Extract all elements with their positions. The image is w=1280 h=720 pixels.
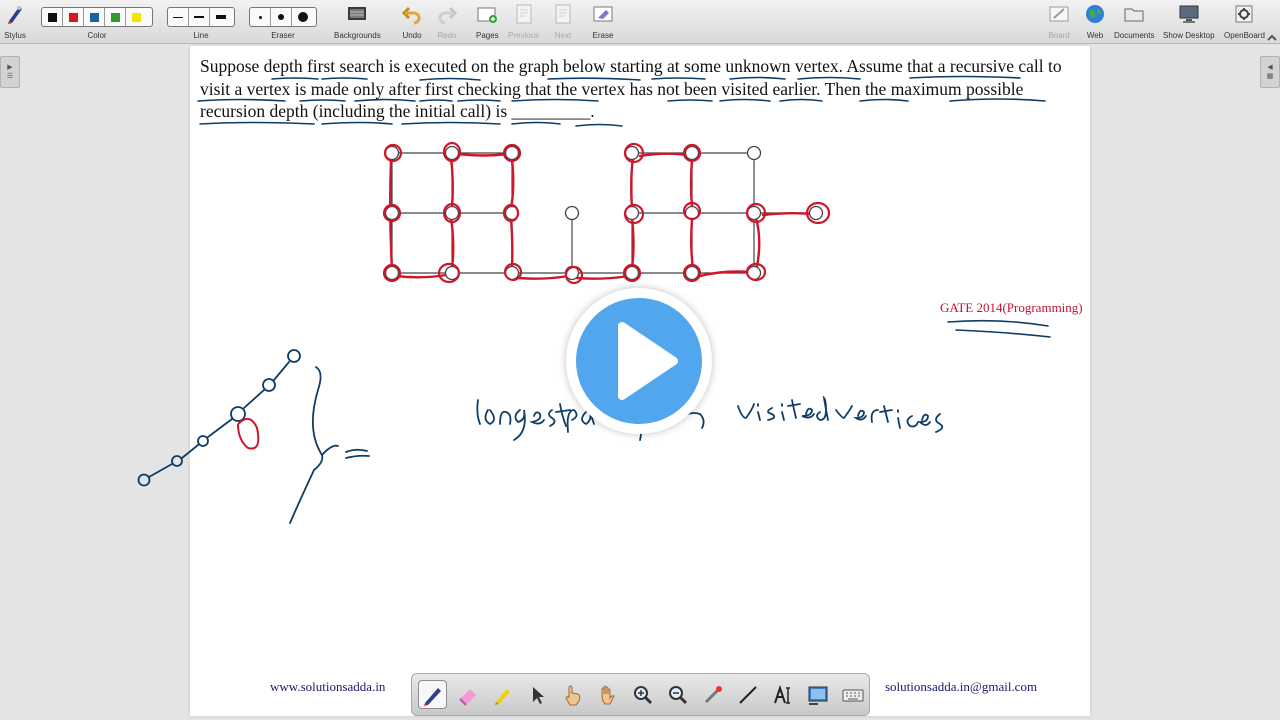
text-tool-button[interactable] xyxy=(768,680,797,709)
zoom-in-icon xyxy=(633,685,652,704)
email-text: solutionsadda.in@gmail.com xyxy=(885,679,1038,694)
eraser-icon xyxy=(458,688,476,706)
pen-icon xyxy=(423,687,441,706)
capture-icon xyxy=(808,686,827,705)
graph-vertex xyxy=(684,265,700,281)
graph-vertex xyxy=(384,265,400,281)
stylus-palette xyxy=(411,673,870,716)
red-mark-ink xyxy=(237,417,260,450)
highlighter-icon xyxy=(494,688,510,705)
handwritten-recursion-chain xyxy=(137,349,370,524)
keyboard-icon xyxy=(842,689,863,701)
highlighter-tool-button[interactable] xyxy=(488,680,517,709)
question-underlines xyxy=(197,75,1046,127)
arrow-cursor-icon xyxy=(532,686,544,704)
text-icon xyxy=(773,684,790,704)
line-tool-button[interactable] xyxy=(733,680,762,709)
pointing-hand-icon xyxy=(564,685,580,705)
graph-vertex xyxy=(746,145,762,161)
video-play-button[interactable] xyxy=(566,288,712,434)
interactor-tool-button[interactable] xyxy=(558,680,587,709)
graph-vertex xyxy=(808,205,824,221)
play-button-circle xyxy=(576,298,702,424)
hand-icon xyxy=(601,685,615,704)
graph-vertex xyxy=(684,145,700,161)
zoom-out-icon xyxy=(668,685,687,704)
hand-tool-button[interactable] xyxy=(593,680,622,709)
website-text: www.solutionsadda.in xyxy=(270,679,386,694)
laser-pointer-tool-button[interactable] xyxy=(698,680,727,709)
pen-tool-button[interactable] xyxy=(418,680,447,709)
capture-tool-button[interactable] xyxy=(803,680,832,709)
eraser-tool-button[interactable] xyxy=(453,680,482,709)
keyboard-tool-button[interactable] xyxy=(838,680,867,709)
graph-vertex xyxy=(444,145,460,161)
laser-pointer-icon xyxy=(704,685,722,703)
graph-vertex xyxy=(504,145,520,161)
graph-vertex xyxy=(384,205,400,221)
source-underline xyxy=(947,319,1051,338)
play-icon xyxy=(618,322,678,400)
handwriting-longest-path xyxy=(476,395,944,441)
selector-tool-button[interactable] xyxy=(523,680,552,709)
zoom-in-tool-button[interactable] xyxy=(628,680,657,709)
graph-vertex xyxy=(624,265,640,281)
graph-vertex xyxy=(444,205,460,221)
zoom-out-tool-button[interactable] xyxy=(663,680,692,709)
graph-vertex xyxy=(564,205,580,221)
line-icon xyxy=(738,685,757,704)
